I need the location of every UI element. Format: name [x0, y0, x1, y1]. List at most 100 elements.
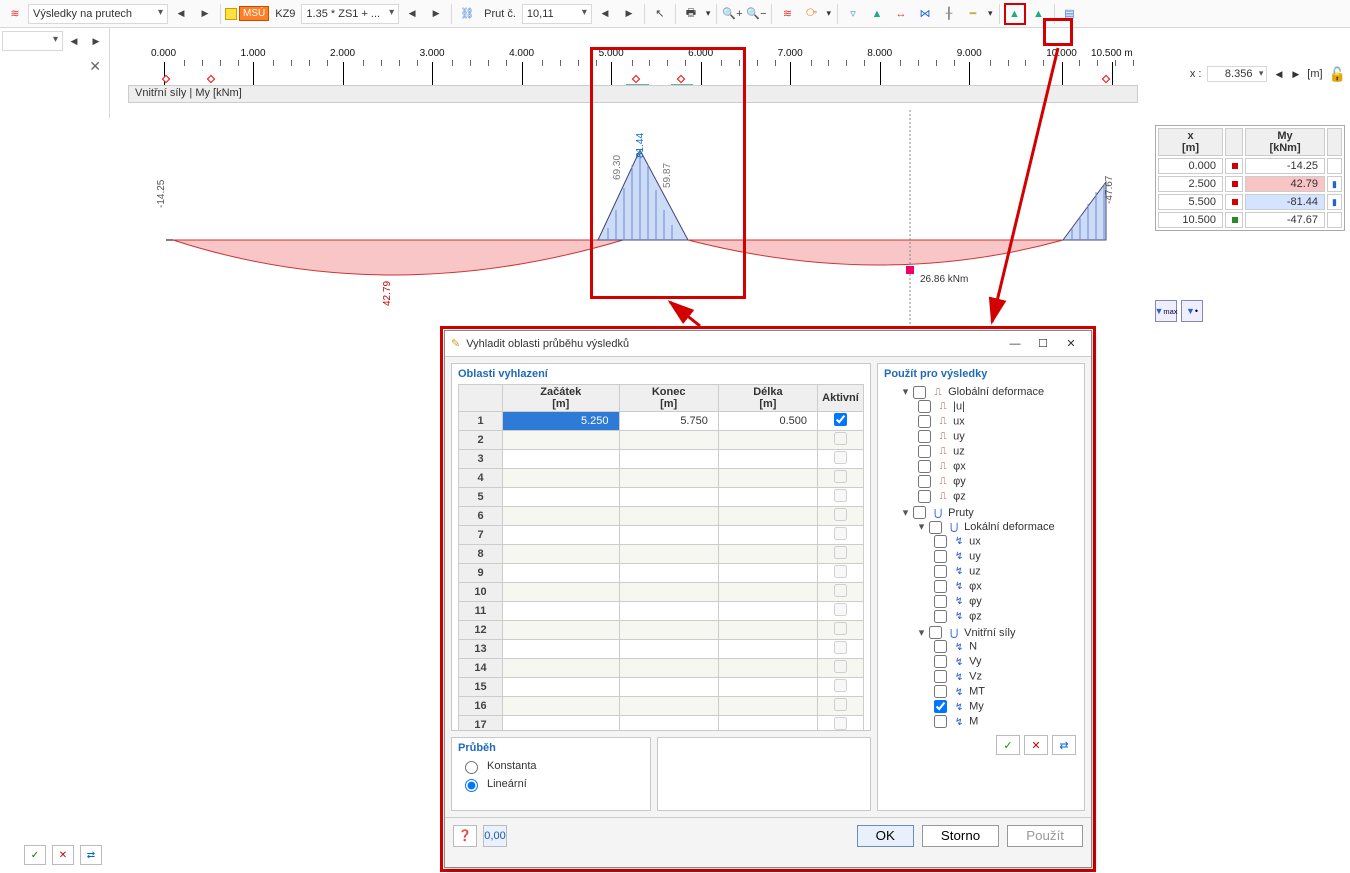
- print-dropdown[interactable]: ▾: [704, 8, 713, 19]
- tree-item[interactable]: ⎍ φx: [916, 459, 1078, 474]
- close-pane-button[interactable]: ✕: [0, 54, 109, 79]
- tree-item[interactable]: ⎍ φz: [916, 489, 1078, 504]
- support-icon[interactable]: ▲: [866, 3, 888, 25]
- lock-icon[interactable]: 🔓: [1329, 66, 1346, 83]
- apply-button[interactable]: Použít: [1007, 825, 1083, 847]
- table-row[interactable]: 10.500-47.67: [1158, 212, 1342, 228]
- tree-item[interactable]: ⎍ uz: [916, 444, 1078, 459]
- tree-item[interactable]: ↯ uz: [932, 564, 1078, 579]
- table-row[interactable]: 5.500-81.44▮: [1158, 194, 1342, 210]
- tree-check-all[interactable]: ✓: [996, 735, 1020, 755]
- grid-row[interactable]: 13: [459, 640, 864, 659]
- close-button[interactable]: ✕: [1057, 333, 1085, 355]
- hinge-icon[interactable]: ⋈: [914, 3, 936, 25]
- beam-dropdown[interactable]: ▾: [986, 8, 995, 19]
- color-legend-icon[interactable]: ▤: [1059, 3, 1081, 25]
- maximize-button[interactable]: ☐: [1029, 333, 1057, 355]
- left-next-button[interactable]: ▶: [85, 30, 107, 52]
- result-style-1-icon[interactable]: ≋: [776, 3, 798, 25]
- tree-item[interactable]: ↯ N: [932, 639, 1078, 654]
- axis-icon[interactable]: ╂: [938, 3, 960, 25]
- filter-icon[interactable]: ▿: [842, 3, 864, 25]
- results-tree[interactable]: ▾ ⎍ Globální deformace ⎍ |u| ⎍ ux ⎍ uy ⎍…: [884, 384, 1078, 731]
- ok-button[interactable]: OK: [857, 825, 914, 847]
- grid-row[interactable]: 3: [459, 450, 864, 469]
- next-mode-button[interactable]: ▶: [194, 3, 216, 25]
- tree-item[interactable]: ↯ MT: [932, 684, 1078, 699]
- max-filter-button[interactable]: ▼max: [1155, 300, 1177, 322]
- tree-item[interactable]: ⎍ φy: [916, 474, 1078, 489]
- table-row[interactable]: 2.50042.79▮: [1158, 176, 1342, 192]
- tree-item[interactable]: ⎍ uy: [916, 429, 1078, 444]
- tree-item[interactable]: ⎍ |u|: [916, 399, 1078, 414]
- smooth-areas-icon[interactable]: ▲: [1004, 3, 1026, 25]
- grid-row[interactable]: 7: [459, 526, 864, 545]
- result-style-dropdown[interactable]: ▾: [824, 8, 833, 19]
- zoom-out-icon[interactable]: 🔍−: [745, 3, 767, 25]
- link-icon[interactable]: ⛓: [456, 3, 478, 25]
- mode-combo[interactable]: Výsledky na prutech: [28, 4, 168, 24]
- result-style-2-icon[interactable]: ⧂: [800, 3, 822, 25]
- bl-swap-button[interactable]: ⇄: [80, 845, 102, 865]
- tree-item[interactable]: ↯ Vy: [932, 654, 1078, 669]
- next-load-button[interactable]: ▶: [425, 3, 447, 25]
- span-icon[interactable]: ↔: [890, 3, 912, 25]
- zoom-in-icon[interactable]: 🔍+: [721, 3, 743, 25]
- tree-item[interactable]: ↯ My: [932, 699, 1078, 714]
- areas-grid[interactable]: Začátek[m] Konec[m] Délka[m] Aktivní 15.…: [458, 384, 864, 731]
- grid-row[interactable]: 11: [459, 602, 864, 621]
- next-member-button[interactable]: ▶: [618, 3, 640, 25]
- tree-item[interactable]: ↯ φy: [932, 594, 1078, 609]
- member-combo[interactable]: 10,11: [522, 4, 592, 24]
- tree-item[interactable]: ↯ Vz: [932, 669, 1078, 684]
- tree-item[interactable]: ↯ φx: [932, 579, 1078, 594]
- grid-row[interactable]: 15.2505.7500.500: [459, 412, 864, 431]
- left-combo[interactable]: [2, 31, 63, 51]
- coord-next[interactable]: ▶: [1290, 69, 1301, 80]
- grid-row[interactable]: 5: [459, 488, 864, 507]
- load-combo[interactable]: 1.35 * ZS1 + ...: [301, 4, 399, 24]
- tree-item[interactable]: ▾ ⋃ Pruty▾ ⋃ Lokální deformace ↯ ux ↯ uy…: [900, 505, 1078, 732]
- tree-item[interactable]: ↯ uy: [932, 549, 1078, 564]
- tree-item[interactable]: ⎍ ux: [916, 414, 1078, 429]
- dialog-titlebar[interactable]: ✎ Vyhladit oblasti průběhu výsledků — ☐ …: [445, 331, 1091, 357]
- note-box[interactable]: [657, 737, 871, 811]
- opt-linear[interactable]: Lineární: [460, 776, 642, 792]
- grid-row[interactable]: 15: [459, 678, 864, 697]
- grid-row[interactable]: 10: [459, 583, 864, 602]
- grid-row[interactable]: 9: [459, 564, 864, 583]
- help-button[interactable]: ❓: [453, 825, 477, 847]
- tree-invert[interactable]: ⇄: [1052, 735, 1076, 755]
- grid-row[interactable]: 14: [459, 659, 864, 678]
- pick-icon[interactable]: ↖: [649, 3, 671, 25]
- grid-row[interactable]: 2: [459, 431, 864, 450]
- tree-item[interactable]: ▾ ⋃ Lokální deformace ↯ ux ↯ uy ↯ uz ↯ φ…: [916, 519, 1078, 625]
- tree-item[interactable]: ▾ ⎍ Globální deformace ⎍ |u| ⎍ ux ⎍ uy ⎍…: [900, 384, 1078, 505]
- prev-member-button[interactable]: ◀: [594, 3, 616, 25]
- cancel-button[interactable]: Storno: [922, 825, 999, 847]
- support-reaction-icon[interactable]: ▲: [1028, 3, 1050, 25]
- prev-load-button[interactable]: ◀: [401, 3, 423, 25]
- tree-uncheck-all[interactable]: ✕: [1024, 735, 1048, 755]
- opt-constant[interactable]: Konstanta: [460, 758, 642, 774]
- tree-item[interactable]: ↯ ux: [932, 534, 1078, 549]
- bl-check-button[interactable]: ✓: [24, 845, 46, 865]
- tree-item[interactable]: ↯ M: [932, 714, 1078, 729]
- point-filter-button[interactable]: ▼•: [1181, 300, 1203, 322]
- grid-row[interactable]: 4: [459, 469, 864, 488]
- grid-row[interactable]: 16: [459, 697, 864, 716]
- table-row[interactable]: 0.000-14.25: [1158, 158, 1342, 174]
- bl-x-button[interactable]: ✕: [52, 845, 74, 865]
- diagram-icon[interactable]: ≋: [4, 3, 26, 25]
- grid-row[interactable]: 8: [459, 545, 864, 564]
- beam-icon[interactable]: ━: [962, 3, 984, 25]
- grid-row[interactable]: 6: [459, 507, 864, 526]
- tree-item[interactable]: ▾ ⋃ Vnitřní síly ↯ N ↯ Vy ↯ Vz ↯ MT ↯ My…: [916, 625, 1078, 731]
- grid-row[interactable]: 17: [459, 716, 864, 732]
- coord-value[interactable]: 8.356: [1207, 66, 1267, 82]
- grid-row[interactable]: 12: [459, 621, 864, 640]
- minimize-button[interactable]: —: [1001, 333, 1029, 355]
- left-prev-button[interactable]: ◀: [63, 30, 85, 52]
- units-button[interactable]: 0,00: [483, 825, 507, 847]
- print-icon[interactable]: 🖶: [680, 3, 702, 25]
